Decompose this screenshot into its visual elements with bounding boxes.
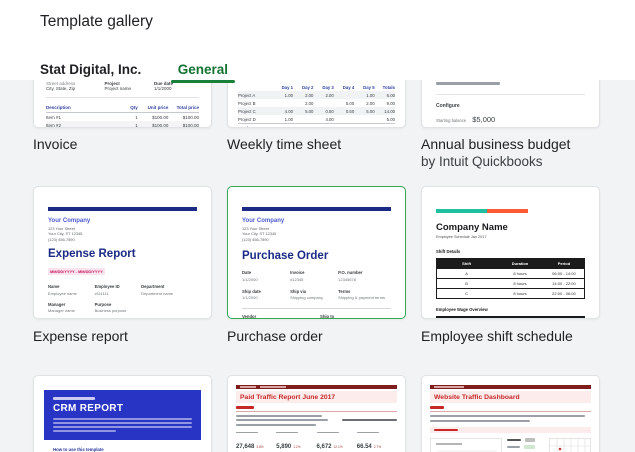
crm-banner: CRM REPORT — [44, 390, 201, 440]
invoice-meta-value: 1/1/2000 — [154, 86, 199, 91]
document-title: Purchase Order — [242, 250, 391, 262]
paragraph-placeholder — [430, 415, 591, 422]
schedule-subtitle: Employee Schedule Jan 2017 — [436, 235, 585, 239]
tab-general-label: General — [178, 62, 228, 77]
vendor-block: Vendor Name Company name Street address … — [242, 314, 320, 319]
timesheet-table: Day 1 Day 2 Day 3 Day 4 Day 5 Totals Pro… — [238, 83, 395, 128]
company-address: 123 Your Street Your City, ST 12345 (123… — [242, 226, 391, 242]
table-row: A 8 hours 06:00 - 14:00 — [437, 268, 584, 278]
text-placeholder — [436, 82, 500, 85]
metrics-row: 27,6483.8% 5,8901.2% 6,67212.1% 66.542.7… — [236, 432, 397, 452]
document-header-rule — [242, 207, 391, 211]
report-top-bar — [236, 385, 397, 389]
shift-details-table: Shift Duration Period A 8 hours 06:00 - … — [436, 258, 585, 299]
date-range-highlight: MM/DD/YYYY - MM/DD/YYYY — [48, 268, 105, 275]
accent-bar — [436, 209, 528, 213]
report-title: Paid Traffic Report June 2017 — [240, 394, 393, 401]
table-row: B 8 hours 14:00 - 22:00 — [437, 278, 584, 288]
report-title: Website Traffic Dashboard — [434, 394, 587, 401]
template-card-paid-traffic-report[interactable]: Paid Traffic Report June 2017 — [227, 375, 406, 452]
col-header: Day 4 — [334, 85, 354, 90]
metrics-table — [507, 438, 544, 452]
crm-report-title: CRM REPORT — [53, 403, 192, 414]
template-card-employee-shift-schedule[interactable]: Company Name Employee Schedule Jan 2017 … — [421, 186, 600, 319]
divider — [236, 411, 397, 412]
col-header: Description — [46, 105, 119, 110]
active-tab-underline — [171, 80, 235, 83]
template-gallery-grid: Street address City, State, Zip Project … — [0, 80, 635, 452]
report-top-bar — [430, 385, 591, 389]
col-header: Unit price — [138, 105, 169, 110]
company-name: Your Company — [242, 218, 391, 224]
configure-label: Configure — [436, 103, 585, 109]
tab-bar: Stat Digital, Inc. General — [40, 61, 228, 79]
tab-general[interactable]: General — [178, 62, 228, 77]
ship-to-block: Ship to Your Name Your Company 123 Your … — [320, 314, 391, 319]
invoice-meta-value: City, State, Zip — [46, 86, 105, 91]
template-card-weekly-time-sheet[interactable]: Day 1 Day 2 Day 3 Day 4 Day 5 Totals Pro… — [227, 80, 406, 128]
wage-overview-table: Employee(s) Name Shift — [436, 316, 585, 320]
report-title-band: Paid Traffic Report June 2017 — [236, 391, 397, 403]
col-header: Total price — [168, 105, 199, 110]
template-card-invoice[interactable]: Street address City, State, Zip Project … — [33, 80, 212, 128]
table-row: Project B 2.00 5.00 2.00 9.00 — [238, 99, 395, 107]
gallery-header: Template gallery Stat Digital, Inc. Gene… — [0, 0, 635, 80]
template-name-weekly-time-sheet[interactable]: Weekly time sheet — [227, 136, 341, 152]
section-label-placeholder — [236, 406, 254, 409]
tab-stat-digital[interactable]: Stat Digital, Inc. — [40, 62, 141, 77]
col-header: Qty — [119, 105, 137, 110]
template-name-expense-report[interactable]: Expense report — [33, 328, 128, 344]
company-name: Your Company — [48, 218, 197, 224]
divider — [46, 97, 199, 98]
template-card-purchase-order[interactable]: Your Company 123 Your Street Your City, … — [227, 186, 406, 319]
col-header: Totals — [375, 85, 395, 90]
table-row: Project C 4.00 5.00 0.50 0.50 5.00 14.00 — [238, 107, 395, 115]
template-card-annual-business-budget[interactable]: Configure Starting balance $5,000 — [421, 80, 600, 128]
document-header-rule — [48, 207, 197, 211]
section-label-placeholder — [430, 406, 444, 409]
section-title: Shift Details — [436, 249, 585, 254]
section-title: Employee Wage Overview — [436, 307, 585, 312]
col-header: Day 1 — [273, 85, 293, 90]
col-header: Day 5 — [354, 85, 374, 90]
divider — [242, 308, 391, 309]
report-title-band: Website Traffic Dashboard — [430, 391, 591, 403]
text-placeholder — [53, 397, 95, 400]
template-author: by Intuit Quickbooks — [421, 154, 543, 169]
invoice-table: Description Qty Unit price Total price I… — [46, 103, 199, 128]
template-card-website-traffic-dashboard[interactable]: Website Traffic Dashboard — [421, 375, 600, 452]
company-name: Company Name — [436, 222, 585, 233]
divider — [430, 411, 591, 412]
table-row: Item #1 1 $100.00 $100.00 — [46, 113, 199, 121]
table-row: Item #2 1 $100.00 $100.00 — [46, 121, 199, 128]
heatmap-grid — [549, 438, 591, 452]
template-card-expense-report[interactable]: Your Company 123 Your Street Your City, … — [33, 186, 212, 319]
page-title: Template gallery — [40, 13, 153, 31]
section-band — [430, 427, 591, 433]
template-name-invoice[interactable]: Invoice — [33, 136, 77, 152]
starting-balance-value: $5,000 — [472, 115, 495, 124]
how-to-use-link: How to use this template — [53, 447, 201, 452]
table-row: Project A 1.00 2.00 2.00 1.00 6.00 — [238, 91, 395, 99]
document-title: Expense Report — [48, 248, 197, 260]
template-card-crm-report[interactable]: CRM REPORT How to use this template — [33, 375, 212, 452]
line-chart — [430, 438, 502, 452]
bullet-list-placeholder — [236, 415, 397, 426]
dashboard-content — [430, 438, 591, 452]
template-name-purchase-order[interactable]: Purchase order — [227, 328, 323, 344]
divider — [436, 94, 585, 95]
col-header: Day 3 — [313, 85, 333, 90]
col-header: Day 2 — [293, 85, 313, 90]
starting-balance-label: Starting balance — [436, 118, 466, 123]
totals-row: Totals 6.00 9.00 6.50 5.50 8.00 34.00 — [238, 123, 395, 128]
template-name-annual-business-budget[interactable]: Annual business budget — [421, 136, 570, 152]
table-row: Project D 1.00 4.00 5.00 — [238, 115, 395, 123]
invoice-meta-value: Project name — [105, 86, 155, 91]
template-name-employee-shift-schedule[interactable]: Employee shift schedule — [421, 328, 573, 344]
table-row: C 8 hours 22:00 - 06:00 — [437, 288, 584, 298]
company-address: 123 Your Street Your City, ST 12345 (123… — [48, 226, 197, 242]
